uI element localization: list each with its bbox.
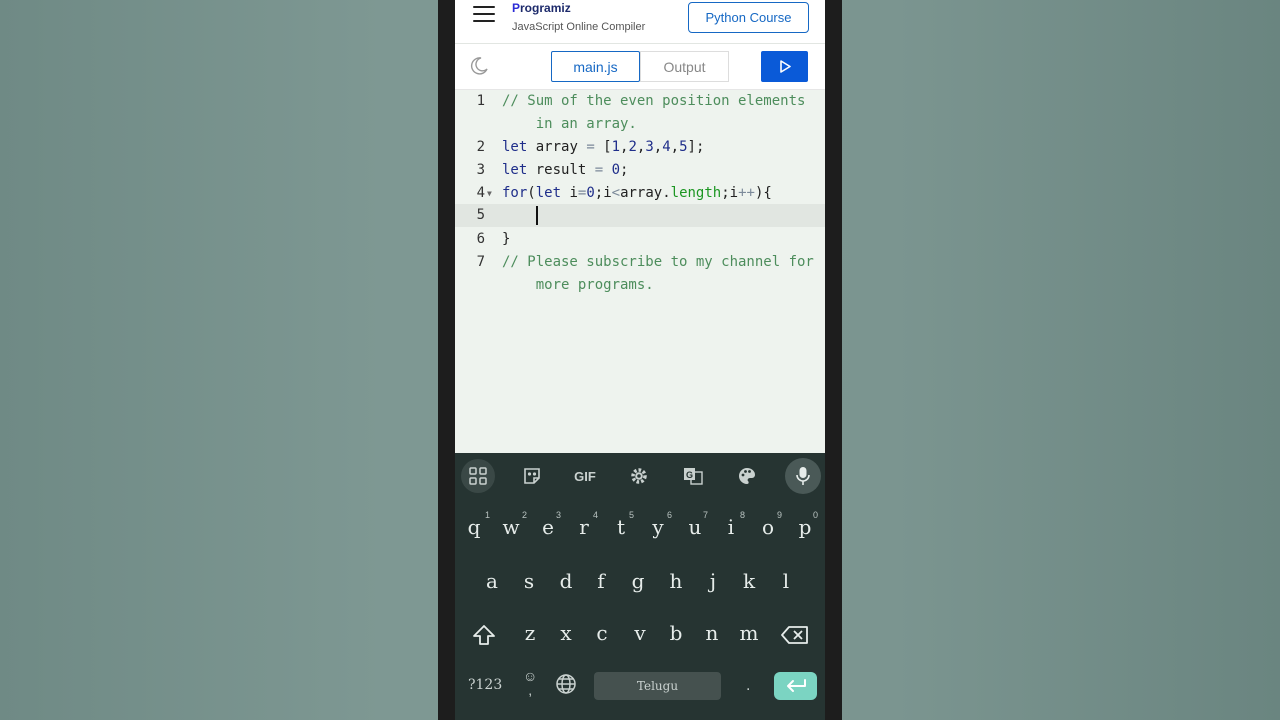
code-line: in an array.: [455, 116, 825, 139]
shift-icon[interactable]: [472, 623, 496, 647]
moon-icon[interactable]: [469, 56, 489, 76]
svg-text:G: G: [686, 470, 693, 480]
key-j[interactable]: j: [698, 569, 728, 593]
code-text: in an array.: [502, 116, 637, 132]
gif-icon[interactable]: GIF: [570, 463, 600, 489]
line-number: 3: [476, 162, 485, 178]
key-a[interactable]: a: [477, 569, 507, 593]
settings-icon[interactable]: [626, 463, 652, 489]
key-s[interactable]: s: [514, 569, 544, 593]
menu-icon[interactable]: [473, 6, 495, 24]
brand-name: rogramiz: [520, 1, 571, 15]
key-k[interactable]: k: [734, 569, 764, 593]
code-text: // Please subscribe to my channel for: [502, 254, 814, 270]
code-line: more programs.: [455, 277, 825, 300]
soft-keyboard: GIF G q 1 w 2 e 3 r 4 t 5 y 6 u 7 i 8 o …: [455, 453, 825, 720]
code-line: 3 let result = 0;: [455, 162, 825, 185]
enter-icon: [786, 679, 806, 692]
line-number: 2: [476, 139, 485, 155]
key-l[interactable]: l: [771, 569, 801, 593]
key-n[interactable]: n: [697, 621, 727, 645]
key-hint: 5: [629, 510, 635, 520]
key-row-3: z x c v b n m: [455, 621, 825, 661]
key-hint: 0: [813, 510, 819, 520]
key-d[interactable]: d: [551, 569, 581, 593]
tab-main-js[interactable]: main.js: [551, 51, 640, 82]
fold-arrow-icon[interactable]: ▼: [487, 189, 492, 198]
text-cursor: [536, 206, 538, 225]
key-hint: 3: [556, 510, 562, 520]
key-row-2: a s d f g h j k l: [455, 569, 825, 609]
keyboard-toolbar: GIF G: [455, 453, 825, 499]
code-text: // Sum of the even position elements: [502, 93, 806, 109]
line-number: 7: [476, 254, 485, 270]
key-m[interactable]: m: [734, 621, 764, 645]
apps-icon[interactable]: [465, 463, 491, 489]
backspace-icon[interactable]: [781, 625, 809, 645]
line-number: 6: [476, 231, 485, 247]
brand-logo[interactable]: Programiz: [512, 1, 571, 15]
code-editor[interactable]: 1 // Sum of the even position elements i…: [455, 90, 825, 453]
globe-icon[interactable]: [555, 673, 577, 695]
key-g[interactable]: g: [623, 569, 653, 593]
code-text: for(let i=0;i<array.length;i++){: [502, 185, 772, 201]
key-f[interactable]: f: [586, 569, 616, 593]
brand-initial: P: [512, 1, 521, 15]
key-hint: 7: [703, 510, 709, 520]
key-x[interactable]: x: [551, 621, 581, 645]
key-row-1: q 1 w 2 e 3 r 4 t 5 y 6 u 7 i 8 o 9 p 0: [455, 510, 825, 555]
key-v[interactable]: v: [625, 621, 655, 645]
code-text: let result = 0;: [502, 162, 629, 178]
key-hint: 9: [777, 510, 783, 520]
run-button[interactable]: [761, 51, 808, 82]
key-hint: 8: [740, 510, 746, 520]
comma-emoji-key[interactable]: ☺ ,: [523, 669, 537, 697]
play-icon: [779, 60, 791, 73]
code-line: 2 let array = [1,2,3,4,5];: [455, 139, 825, 162]
key-hint: 2: [522, 510, 528, 520]
key-h[interactable]: h: [661, 569, 691, 593]
code-line: 1 // Sum of the even position elements: [455, 93, 825, 116]
key-b[interactable]: b: [661, 621, 691, 645]
palette-icon[interactable]: [734, 463, 760, 489]
editor-toolbar: main.js Output: [455, 44, 825, 90]
key-hint: 1: [485, 510, 491, 520]
tab-output[interactable]: Output: [640, 51, 729, 82]
emoji-icon: ☺: [523, 668, 538, 684]
key-c[interactable]: c: [587, 621, 617, 645]
key-hint: 4: [593, 510, 599, 520]
enter-key[interactable]: [774, 672, 817, 700]
period-key[interactable]: .: [746, 677, 750, 695]
line-number: 4: [476, 185, 485, 201]
comma-label: ,: [528, 682, 533, 698]
translate-icon[interactable]: G: [680, 463, 706, 489]
sticker-icon[interactable]: [519, 463, 545, 489]
python-course-button[interactable]: Python Course: [688, 2, 809, 33]
code-line-active: 5: [455, 204, 825, 227]
code-line: 6 }: [455, 231, 825, 254]
code-text: let array = [1,2,3,4,5];: [502, 139, 705, 155]
mic-icon[interactable]: [790, 463, 816, 489]
key-z[interactable]: z: [515, 621, 545, 645]
page-subtitle: JavaScript Online Compiler: [512, 21, 646, 33]
phone-screen: Programiz JavaScript Online Compiler Pyt…: [455, 0, 825, 720]
code-text: more programs.: [502, 277, 654, 293]
app-header: Programiz JavaScript Online Compiler Pyt…: [455, 0, 825, 44]
symbols-key[interactable]: ?123: [468, 677, 502, 693]
key-hint: 6: [667, 510, 673, 520]
line-number: 1: [476, 93, 485, 109]
code-text: }: [502, 231, 511, 247]
code-line: 7 // Please subscribe to my channel for: [455, 254, 825, 277]
space-bar[interactable]: Telugu: [594, 672, 721, 700]
line-number: 5: [476, 207, 485, 223]
